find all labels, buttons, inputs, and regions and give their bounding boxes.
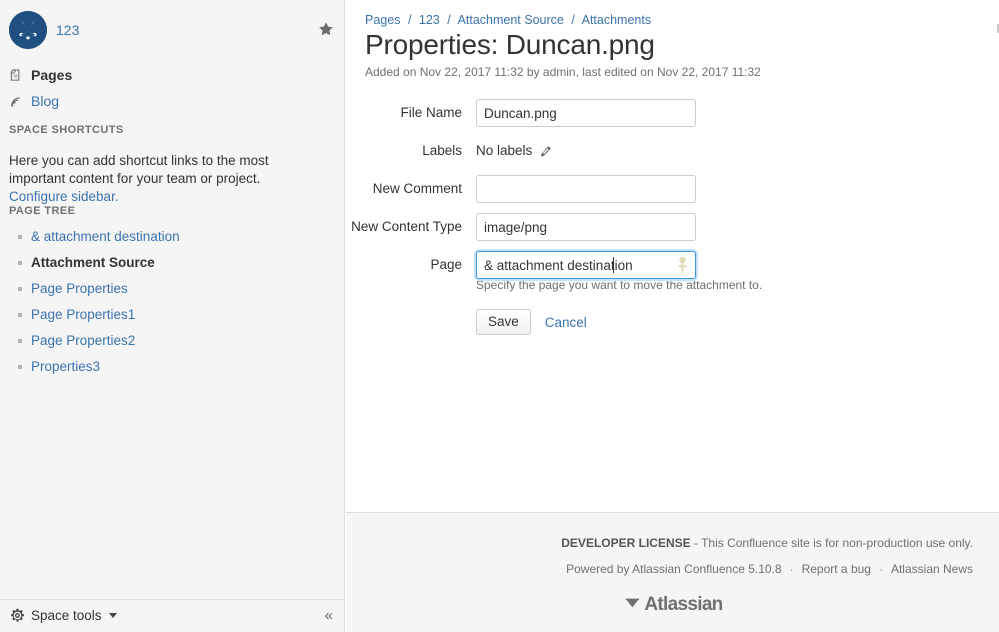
attachment-properties-form: File Name Labels No labels New Comment (346, 99, 999, 345)
page-label: Page (430, 257, 462, 272)
footer-links: Powered by Atlassian Confluence 5.10.8 · R… (566, 562, 973, 577)
sidebar-item-pages[interactable]: Pages (9, 67, 72, 83)
text-cursor (613, 257, 614, 273)
bullet-icon (18, 339, 22, 343)
sidebar-footer: Space tools « (0, 599, 344, 632)
breadcrumb-item-space[interactable]: 123 (419, 13, 440, 27)
page-tree-item: Page Properties1 (9, 302, 329, 328)
confluence-attachment-properties-page: 123 Pages Blog SPACE SHORTCUTS Here you … (0, 0, 999, 632)
license-notice: DEVELOPER LICENSE - This Confluence site… (561, 536, 973, 551)
breadcrumb-separator: / (447, 13, 451, 27)
file-name-label: File Name (400, 105, 462, 120)
page-tree-item: Page Properties (9, 276, 329, 302)
new-comment-label: New Comment (372, 181, 462, 196)
space-shortcuts-blurb-text: Here you can add shortcut links to the m… (9, 153, 269, 186)
form-row-new-comment: New Comment (346, 175, 999, 203)
form-row-page: Page & attachment destination Specify th… (346, 251, 999, 335)
space-shortcuts-blurb: Here you can add shortcut links to the m… (9, 152, 305, 206)
space-name-link[interactable]: 123 (56, 22, 79, 38)
space-tools-label: Space tools (31, 608, 102, 623)
save-button[interactable]: Save (476, 309, 531, 335)
page-tree-item: Attachment Source (9, 250, 329, 276)
new-comment-input[interactable] (476, 175, 696, 203)
page-tree-link[interactable]: Properties3 (31, 359, 100, 374)
chevron-down-icon (108, 613, 117, 618)
page-tree-link-current[interactable]: Attachment Source (31, 255, 155, 270)
pencil-icon[interactable] (539, 145, 552, 158)
bullet-icon (18, 235, 22, 239)
page-tree: & attachment destination Attachment Sour… (9, 224, 329, 380)
labels-value-group: No labels (476, 137, 552, 165)
form-actions: Save Cancel (476, 309, 762, 335)
labels-label: Labels (422, 143, 462, 158)
file-name-input[interactable] (476, 99, 696, 127)
breadcrumb-item-attachments[interactable]: Attachments (582, 13, 651, 27)
page-tree-item: & attachment destination (9, 224, 329, 250)
atlassian-logo: Atlassian (622, 594, 723, 615)
labels-value: No labels (476, 143, 533, 158)
powered-by-text: Powered by Atlassian Confluence 5.10.8 (566, 562, 782, 576)
page-tree-link[interactable]: Page Properties2 (31, 333, 135, 348)
license-detail: - This Confluence site is for non-produc… (690, 536, 973, 550)
sidebar-header: 123 (0, 0, 344, 58)
crossed-clubs-logo-icon (9, 11, 47, 49)
breadcrumb-separator: / (407, 13, 412, 27)
breadcrumb-item-pages[interactable]: Pages (365, 13, 400, 27)
form-row-file-name: File Name (346, 99, 999, 127)
space-tools-button[interactable]: Space tools (10, 608, 117, 623)
atlassian-news-link[interactable]: Atlassian News (891, 562, 973, 576)
collapse-sidebar-button[interactable]: « (325, 607, 333, 625)
bullet-icon (18, 261, 22, 265)
main-content: Pages / 123 / Attachment Source / Attach… (346, 0, 999, 512)
rss-feed-icon (9, 93, 24, 109)
footer-separator: · (878, 562, 883, 576)
page-tree-item: Properties3 (9, 354, 329, 380)
page-tree-link[interactable]: Page Properties (31, 281, 128, 296)
bullet-icon (18, 313, 22, 317)
bullet-icon (18, 287, 22, 291)
breadcrumb: Pages / 123 / Attachment Source / Attach… (365, 13, 651, 28)
atlassian-wordmark: Atlassian (644, 594, 723, 615)
form-row-labels: Labels No labels (346, 137, 999, 165)
report-bug-link[interactable]: Report a bug (802, 562, 871, 576)
sidebar-item-blog-label: Blog (31, 93, 60, 109)
pages-document-icon (9, 67, 24, 83)
form-row-new-content-type: New Content Type (346, 213, 999, 241)
configure-sidebar-link[interactable]: Configure sidebar. (9, 189, 119, 204)
page-tree-link[interactable]: Page Properties1 (31, 307, 135, 322)
space-sidebar: 123 Pages Blog SPACE SHORTCUTS Here you … (0, 0, 345, 632)
sidebar-item-pages-label: Pages (31, 67, 73, 83)
space-shortcuts-heading: SPACE SHORTCUTS (9, 124, 124, 136)
page-tree-heading: PAGE TREE (9, 205, 76, 217)
cancel-button[interactable]: Cancel (545, 315, 587, 330)
footer-separator: · (789, 562, 794, 576)
gear-icon (10, 608, 25, 623)
page-tree-link[interactable]: & attachment destination (31, 229, 180, 244)
page-field-hint: Specify the page you want to move the at… (476, 278, 763, 292)
license-type: DEVELOPER LICENSE (561, 536, 691, 550)
page-input[interactable] (476, 251, 696, 279)
page-title: Properties: Duncan.png (365, 29, 655, 60)
page-meta: Added on Nov 22, 2017 11:32 by admin, la… (365, 65, 761, 79)
bullet-icon (18, 365, 22, 369)
page-footer: DEVELOPER LICENSE - This Confluence site… (346, 512, 999, 632)
space-avatar[interactable] (9, 11, 47, 49)
sidebar-item-blog[interactable]: Blog (9, 93, 59, 109)
atlassian-logo-icon (625, 598, 639, 608)
star-icon[interactable] (318, 21, 334, 37)
new-content-type-label: New Content Type (351, 219, 462, 234)
page-tree-item: Page Properties2 (9, 328, 329, 354)
breadcrumb-separator: / (571, 13, 575, 27)
page-field-wrapper (476, 251, 696, 279)
breadcrumb-item-attachment-source[interactable]: Attachment Source (458, 13, 564, 27)
new-content-type-input[interactable] (476, 213, 696, 241)
